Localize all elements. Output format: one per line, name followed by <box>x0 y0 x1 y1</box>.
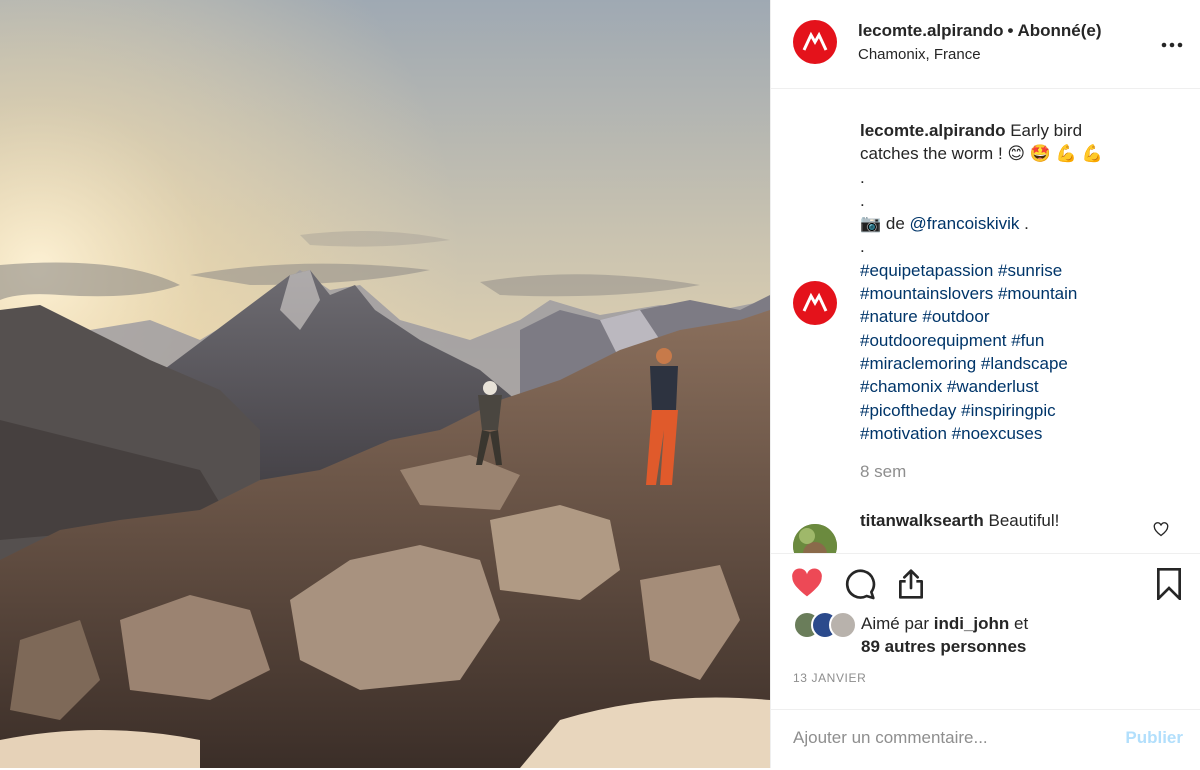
caption-line: . <box>860 190 865 210</box>
add-comment-bar: Ajouter un commentaire... Publier <box>771 709 1200 770</box>
hashtag-line[interactable]: #motivation #noexcuses <box>860 422 1180 445</box>
comments-area[interactable]: lecomte.alpirando Early bird catches the… <box>771 89 1200 553</box>
likes-summary: Aimé par indi_john et 89 autres personne… <box>861 612 1028 658</box>
likes-count-link[interactable]: 89 autres personnes <box>861 637 1026 656</box>
heart-filled-icon[interactable] <box>791 568 823 603</box>
brand-logo-icon <box>802 31 828 51</box>
header-username[interactable]: lecomte.alpirando <box>858 21 1003 40</box>
comment-like-icon[interactable] <box>1153 522 1169 542</box>
likes-prefix: Aimé par <box>861 614 934 633</box>
post-photo-image <box>0 0 770 768</box>
hashtag-line[interactable]: #equipetapassion #sunrise <box>860 259 1180 282</box>
caption-line: . <box>860 237 865 257</box>
post-header: lecomte.alpirando • Abonné(e) Chamonix, Fr… <box>771 0 1200 89</box>
post-side-panel: lecomte.alpirando • Abonné(e) Chamonix, Fr… <box>770 0 1200 768</box>
credit-suffix: . <box>1019 214 1029 234</box>
avatar[interactable] <box>793 20 837 64</box>
share-icon[interactable] <box>895 568 927 605</box>
bookmark-icon[interactable] <box>1155 568 1183 605</box>
follow-status-button[interactable]: Abonné(e) <box>1017 21 1101 40</box>
hashtag-line[interactable]: #nature #outdoor <box>860 305 1180 328</box>
comment-text: Beautiful! <box>988 511 1060 530</box>
heart-outline-icon <box>1153 522 1169 537</box>
more-icon[interactable] <box>1161 28 1183 54</box>
hashtag-line[interactable]: #miraclemoring #landscape <box>860 352 1180 375</box>
publish-button[interactable]: Publier <box>1125 728 1183 748</box>
location-link[interactable]: Chamonix, France <box>858 46 981 63</box>
caption-text: Early bird <box>1010 121 1083 140</box>
caption-credit-line: 📷 de @francoiskivik . <box>860 212 1180 235</box>
save-bookmark-icon <box>1157 568 1181 602</box>
brand-logo-icon <box>802 292 828 312</box>
separator-dot: • <box>1007 21 1014 40</box>
credit-text: 📷 de <box>860 214 910 234</box>
post-time-ago[interactable]: 8 sem <box>860 462 906 482</box>
action-section: Aimé par indi_john et 89 autres personne… <box>771 553 1200 769</box>
hashtag-line[interactable]: #outdoorequipment #fun <box>860 329 1180 352</box>
comment-icon[interactable] <box>844 568 876 605</box>
comment-username[interactable]: titanwalksearth <box>860 511 984 530</box>
commenter-avatar[interactable] <box>793 524 837 553</box>
mention-link[interactable]: @francoiskivik <box>910 214 1020 233</box>
hashtag-line[interactable]: #picoftheday #inspiringpic <box>860 399 1180 422</box>
avatar <box>829 611 857 639</box>
share-upload-icon <box>899 569 923 599</box>
caption-avatar[interactable] <box>793 281 837 325</box>
like-button-icon <box>792 568 822 597</box>
comment-bubble-icon <box>845 569 876 600</box>
more-dots-icon <box>1161 42 1183 48</box>
hashtag-line[interactable]: #chamonix #wanderlust <box>860 375 1180 398</box>
caption-line: lecomte.alpirando Early bird <box>860 119 1180 142</box>
liked-by-user-link[interactable]: indi_john <box>934 614 1010 633</box>
post-date[interactable]: 13 JANVIER <box>793 671 866 685</box>
post-photo[interactable] <box>0 0 770 768</box>
avatar-image <box>793 524 837 553</box>
comment-item: titanwalksearth Beautiful! <box>860 511 1059 531</box>
caption-line: catches the worm ! 😊 🤩 💪 💪 <box>860 144 1103 164</box>
caption: lecomte.alpirando Early bird catches the… <box>860 119 1180 445</box>
hashtag-line[interactable]: #mountainslovers #mountain <box>860 282 1180 305</box>
caption-username[interactable]: lecomte.alpirando <box>860 121 1005 140</box>
header-user-line: lecomte.alpirando • Abonné(e) <box>858 21 1101 41</box>
likes-middle: et <box>1009 614 1029 633</box>
comment-input[interactable]: Ajouter un commentaire... <box>793 728 988 748</box>
caption-line: . <box>860 167 865 187</box>
